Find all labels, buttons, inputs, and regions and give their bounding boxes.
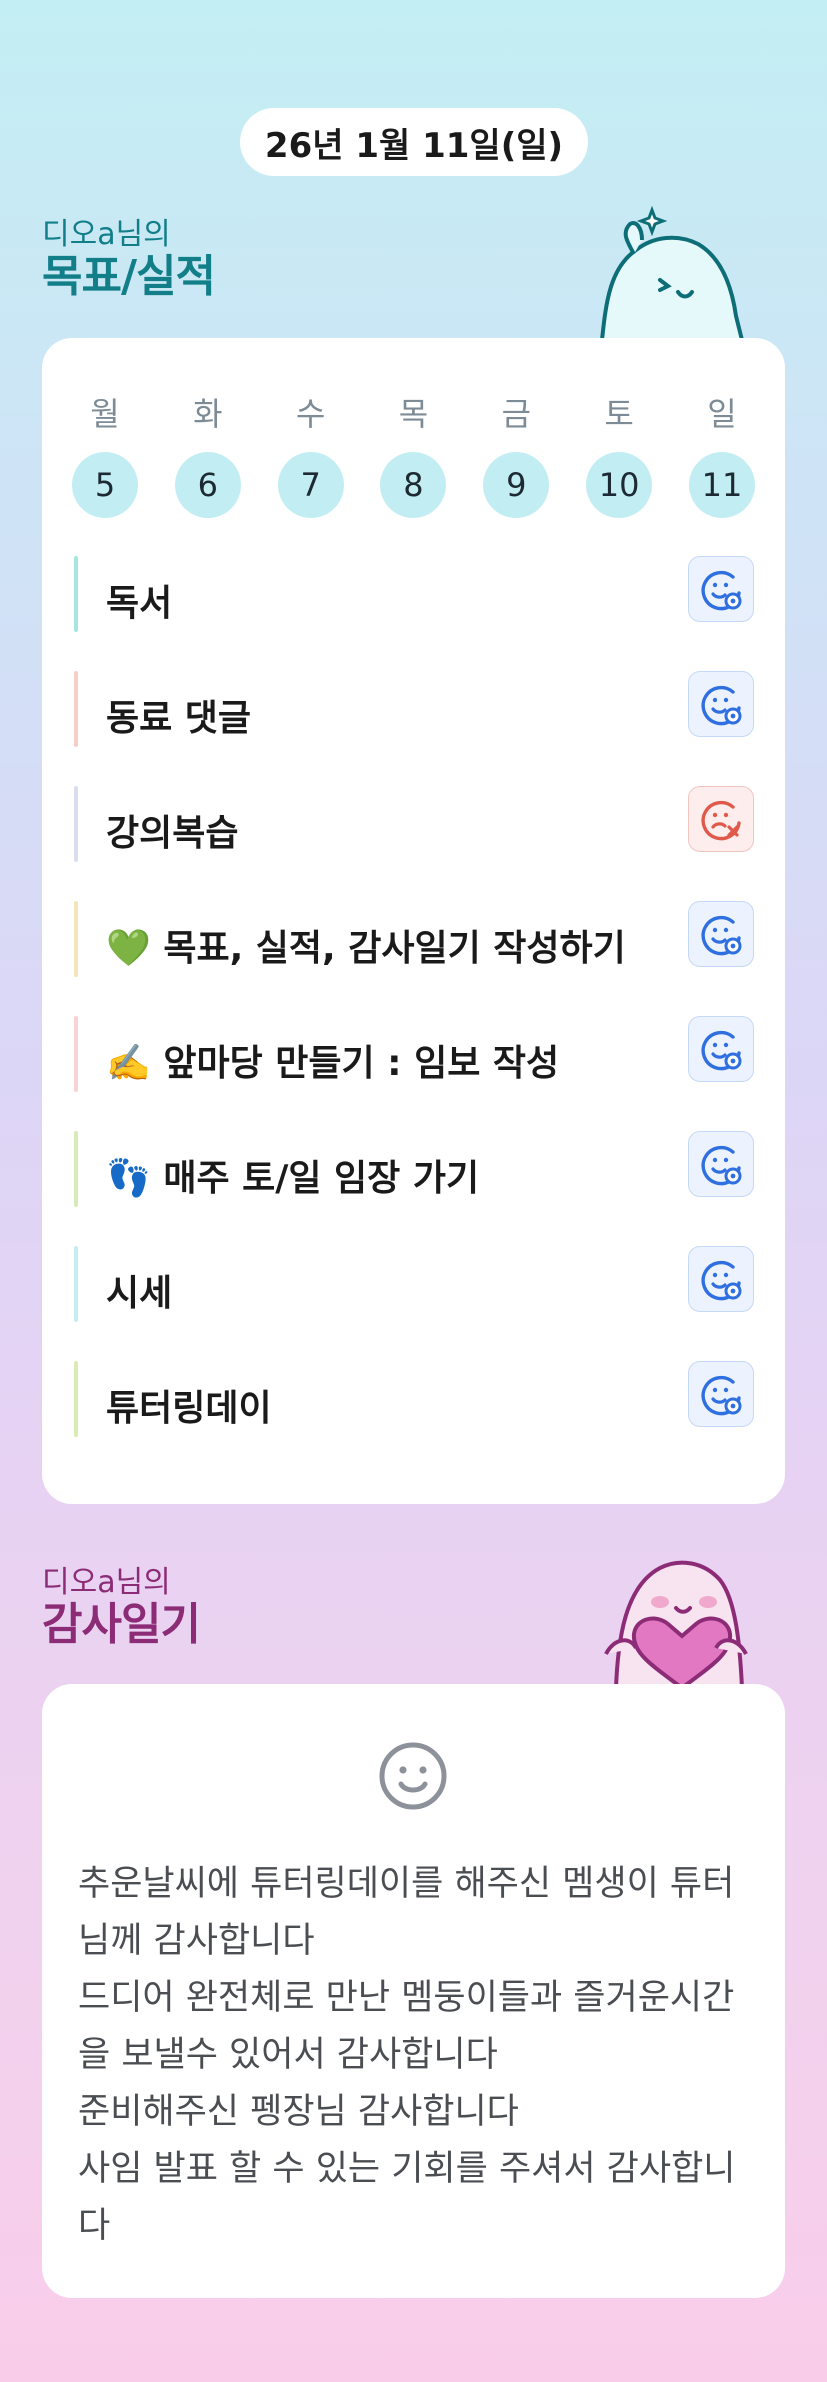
- day-name: 화: [193, 395, 223, 433]
- goal-row[interactable]: 시세: [74, 1246, 754, 1322]
- goal-label: 강의복습: [106, 813, 239, 854]
- day-thu[interactable]: 목 8: [380, 394, 447, 518]
- goal-status-button[interactable]: [688, 556, 754, 622]
- day-fri[interactable]: 금 9: [483, 394, 550, 518]
- goals-owner: 디오a님의: [42, 217, 171, 252]
- day-number: 8: [380, 452, 447, 518]
- goal-color-bar: [74, 1361, 78, 1437]
- diary-owner: 디오a님의: [42, 1565, 171, 1600]
- goal-status-button[interactable]: [688, 1361, 754, 1427]
- goal-color-bar: [74, 556, 78, 632]
- day-name: 수: [295, 395, 326, 433]
- goal-row[interactable]: 독서: [74, 556, 754, 632]
- goal-status-button[interactable]: [688, 901, 754, 967]
- goals-section-header: 디오a님의 목표/실적: [42, 217, 216, 302]
- smile-check-icon: [701, 1375, 742, 1416]
- week-strip: 월 5 화 6 수 7 목 8 금 9 토 10 일 11: [72, 394, 755, 518]
- sad-x-icon: [701, 800, 741, 841]
- day-name: 목: [398, 395, 429, 433]
- day-number: 11: [688, 452, 755, 518]
- smile-check-icon: [701, 1145, 742, 1186]
- goal-label: 독서: [106, 583, 173, 624]
- smile-check-icon: [701, 685, 742, 726]
- goal-row[interactable]: 💚 목표, 실적, 감사일기 작성하기: [74, 901, 754, 977]
- goal-row[interactable]: 강의복습: [74, 786, 754, 862]
- goal-color-bar: [74, 1131, 78, 1207]
- smile-check-icon: [701, 915, 742, 956]
- date-label: 26년 1월 11일(일): [264, 125, 564, 166]
- date-pill[interactable]: 26년 1월 11일(일): [240, 108, 588, 176]
- day-sat[interactable]: 토 10: [586, 394, 653, 518]
- diary-section-header: 디오a님의 감사일기: [42, 1565, 201, 1650]
- day-tue[interactable]: 화 6: [174, 394, 241, 518]
- day-name: 토: [604, 395, 634, 433]
- goal-color-bar: [74, 786, 78, 862]
- goal-label: 👣 매주 토/일 임장 가기: [106, 1158, 480, 1199]
- heart-mascot-icon: [604, 1560, 748, 1688]
- goal-color-bar: [74, 901, 78, 977]
- day-number: 7: [277, 452, 344, 518]
- goal-label: 튜터링데이: [106, 1388, 272, 1429]
- day-name: 일: [707, 395, 737, 433]
- day-wed[interactable]: 수 7: [277, 394, 344, 518]
- smile-check-icon: [701, 1260, 742, 1301]
- goal-status-button[interactable]: [688, 1016, 754, 1082]
- ghost-mascot-icon: [599, 206, 745, 340]
- day-name: 월: [90, 395, 120, 433]
- day-number: 9: [483, 452, 550, 518]
- goal-label: ✍️ 앞마당 만들기 : 임보 작성: [106, 1043, 560, 1084]
- diary-card: 추운날씨에 튜터링데이를 해주신 멤생이 튜터님께 감사합니다 드디어 완전체로…: [42, 1684, 785, 2298]
- goal-row[interactable]: 튜터링데이: [74, 1361, 754, 1437]
- smile-icon: [379, 1742, 447, 1810]
- diary-text[interactable]: 추운날씨에 튜터링데이를 해주신 멤생이 튜터님께 감사합니다 드디어 완전체로…: [78, 1856, 758, 2255]
- goal-color-bar: [74, 1016, 78, 1092]
- day-sun[interactable]: 일 11: [688, 394, 755, 518]
- goal-row[interactable]: ✍️ 앞마당 만들기 : 임보 작성: [74, 1016, 754, 1092]
- goal-label: 시세: [106, 1273, 173, 1314]
- day-number: 5: [72, 452, 138, 518]
- goal-status-button[interactable]: [688, 786, 754, 852]
- goals-card: 월 5 화 6 수 7 목 8 금 9 토 10 일 11 독서 동료 댓글 강…: [42, 338, 785, 1504]
- diary-title: 감사일기: [42, 1599, 201, 1650]
- goal-label: 동료 댓글: [106, 698, 252, 739]
- day-number: 10: [586, 452, 653, 518]
- day-name: 금: [501, 395, 532, 433]
- day-mon[interactable]: 월 5: [72, 394, 138, 518]
- goal-status-button[interactable]: [688, 671, 754, 737]
- goal-color-bar: [74, 671, 78, 747]
- day-number: 6: [174, 452, 241, 518]
- smile-check-icon: [701, 570, 742, 611]
- goal-status-button[interactable]: [688, 1246, 754, 1312]
- goal-color-bar: [74, 1246, 78, 1322]
- goal-label: 💚 목표, 실적, 감사일기 작성하기: [106, 928, 626, 969]
- goal-row[interactable]: 👣 매주 토/일 임장 가기: [74, 1131, 754, 1207]
- smile-check-icon: [701, 1030, 742, 1071]
- goal-row[interactable]: 동료 댓글: [74, 671, 754, 747]
- goals-title: 목표/실적: [42, 251, 216, 302]
- goal-status-button[interactable]: [688, 1131, 754, 1197]
